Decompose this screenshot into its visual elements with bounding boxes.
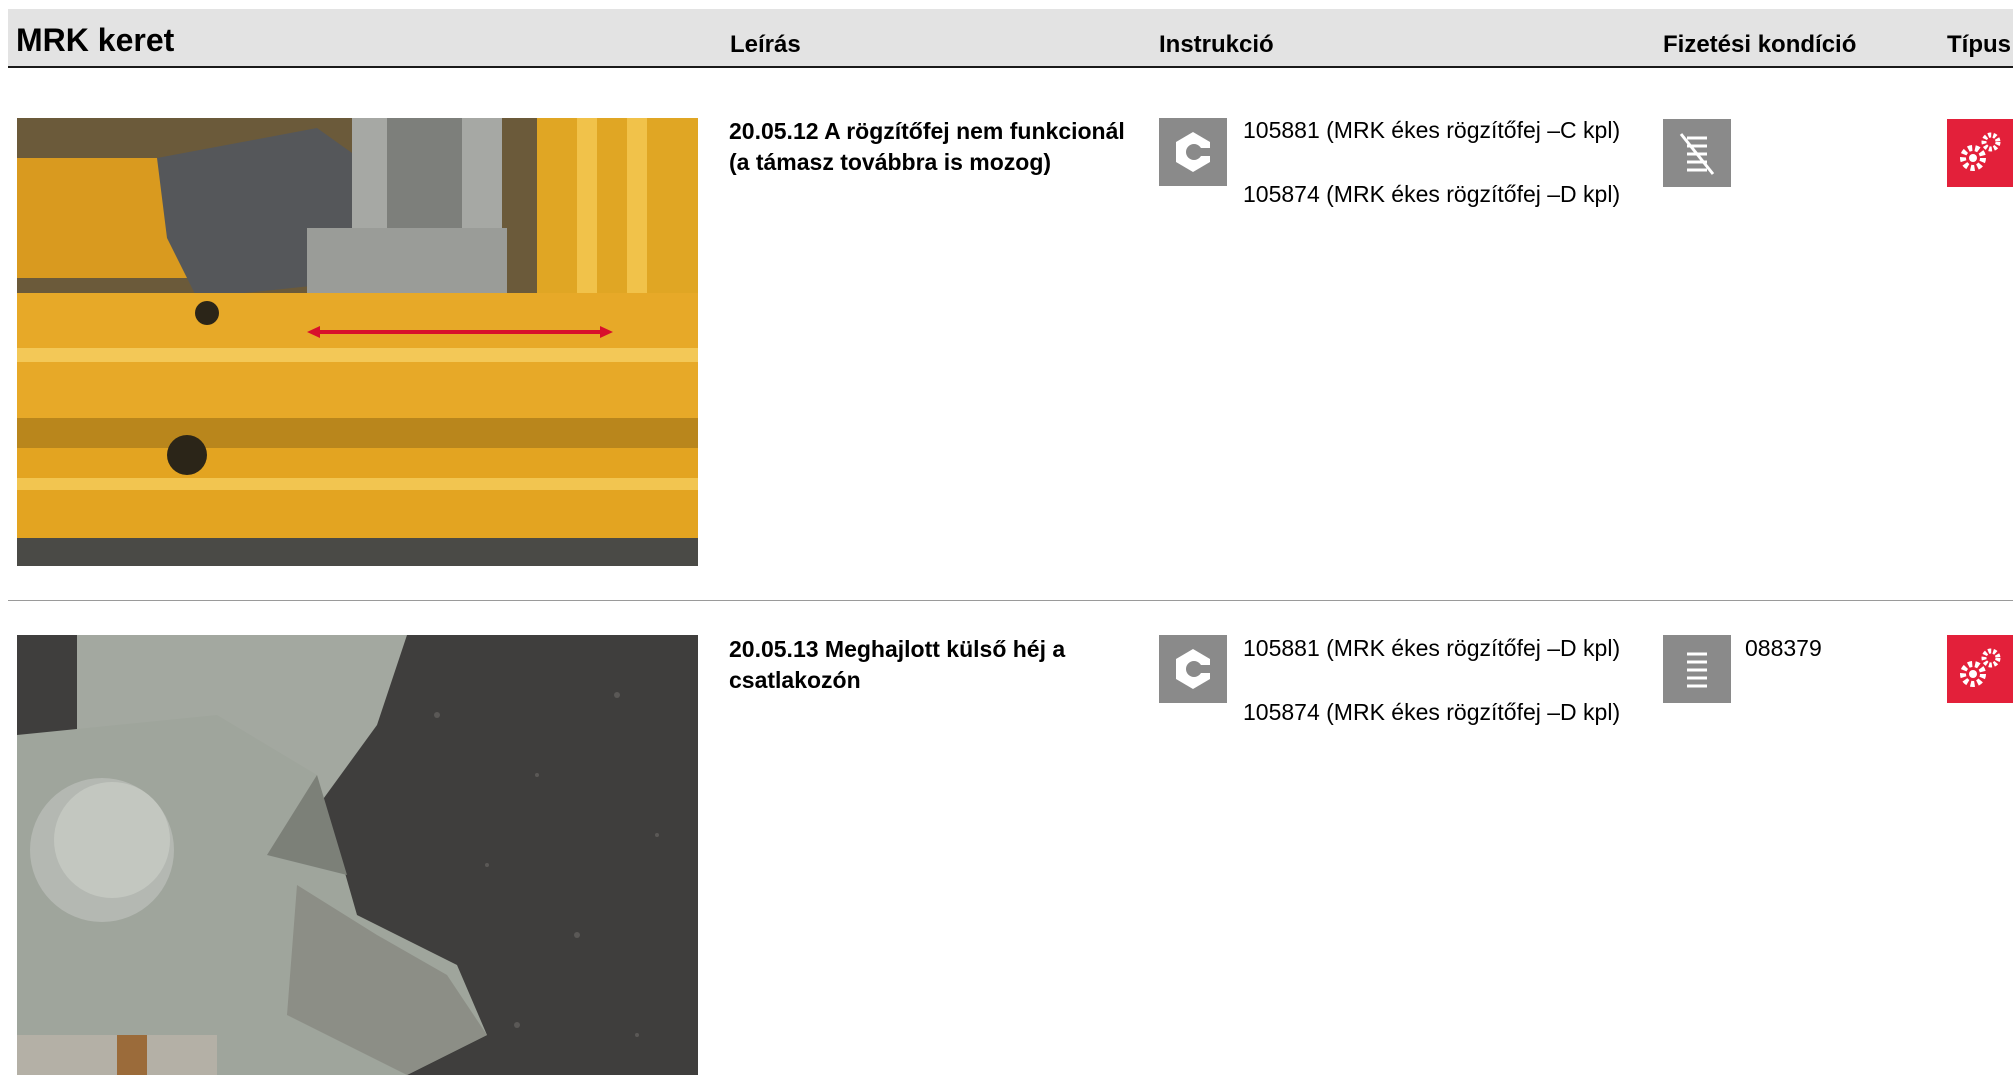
row-divider	[8, 600, 2013, 601]
part-number: 105874 (MRK ékes rögzítőfej –D kpl)	[1243, 699, 1621, 725]
gears-icon	[1947, 635, 2013, 703]
coin-stack-crossed-icon	[1663, 119, 1731, 187]
column-header-instruction: Instrukció	[1159, 31, 1274, 58]
gears-icon	[1947, 119, 2013, 187]
damage-description: 20.05.12 A rögzítőfej nem funkcionál (a …	[729, 118, 1125, 175]
coin-stack-icon	[1663, 635, 1731, 703]
table-header: MRK keret Leírás Instrukció Fizetési kon…	[8, 9, 2013, 68]
page-title: MRK keret	[16, 22, 175, 58]
payment-code: 088379	[1745, 635, 1822, 661]
damage-description: 20.05.13 Meghajlott külső héj a csatlako…	[729, 636, 1066, 693]
column-header-description: Leírás	[730, 31, 801, 58]
part-number: 105874 (MRK ékes rögzítőfej –D kpl)	[1243, 181, 1621, 207]
column-header-payment: Fizetési kondíció	[1663, 31, 1857, 58]
column-header-type: Típus	[1947, 31, 2011, 58]
hex-nut-icon	[1159, 118, 1227, 186]
hex-nut-icon	[1159, 635, 1227, 703]
part-number: 105881 (MRK ékes rögzítőfej –C kpl)	[1243, 117, 1621, 143]
damage-photo	[17, 635, 698, 1075]
part-number: 105881 (MRK ékes rögzítőfej –D kpl)	[1243, 635, 1621, 661]
damage-photo	[17, 118, 698, 566]
